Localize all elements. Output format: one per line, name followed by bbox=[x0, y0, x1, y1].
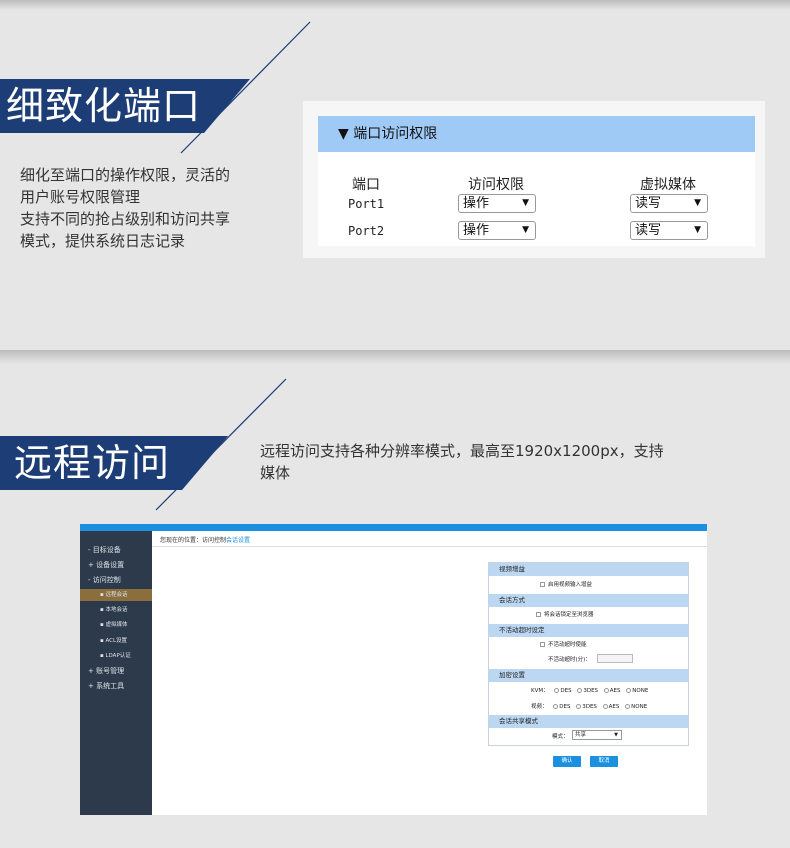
video-gain-checkbox[interactable] bbox=[540, 582, 545, 587]
sidebar-item-account-management[interactable]: + 账号管理 bbox=[88, 666, 124, 676]
share-mode-header: 会话共享模式 bbox=[489, 715, 688, 728]
panel-header[interactable]: ▼ 端口访问权限 bbox=[318, 116, 755, 152]
radio-button[interactable] bbox=[625, 704, 631, 709]
radio-label: AES bbox=[608, 704, 620, 710]
confirm-button[interactable]: 确认 bbox=[553, 756, 581, 767]
section-shadow bbox=[0, 350, 790, 364]
sidebar-subitem-virtual-media[interactable]: ▪ 虚拟媒体 bbox=[80, 619, 152, 631]
radio-button[interactable] bbox=[577, 688, 583, 693]
column-header-port: 端口 bbox=[352, 177, 380, 193]
idle-minutes-input[interactable] bbox=[597, 654, 633, 663]
dropdown-arrow-icon: ▼ bbox=[614, 732, 618, 738]
radio-button[interactable] bbox=[554, 688, 560, 693]
radio-button[interactable] bbox=[553, 704, 559, 709]
port-access-panel: ▼ 端口访问权限 端口 访问权限 虚拟媒体 Port1 操作 ▼ 读写 ▼ Port… bbox=[303, 101, 765, 258]
share-mode-select[interactable]: 共享 ▼ bbox=[572, 730, 622, 740]
radio-label: 3DES bbox=[583, 688, 599, 694]
access-select[interactable]: 操作 ▼ bbox=[458, 221, 536, 240]
radio-button[interactable] bbox=[602, 704, 608, 709]
encryption-header: 加密设置 bbox=[489, 669, 688, 682]
session-lock-option[interactable]: 将会话锁定至浏览器 bbox=[536, 610, 594, 618]
idle-timeout-header: 不活动超时设定 bbox=[489, 624, 688, 637]
select-value: 操作 bbox=[463, 223, 490, 238]
video-label: 视频： bbox=[531, 704, 548, 710]
session-settings-form: 视频增益 启用视频输入增益 会话方式 将会话锁定至浏览器 不活动超时设定 不活动… bbox=[488, 562, 689, 746]
dropdown-arrow-icon: ▼ bbox=[522, 198, 529, 208]
radio-label: DES bbox=[559, 704, 571, 710]
description-line: 细化至端口的操作权限，灵活的 bbox=[20, 166, 231, 184]
video-encryption-row: 视频： DES 3DES AES NONE bbox=[531, 702, 647, 710]
sidebar-item-access-control[interactable]: - 访问控制 bbox=[88, 575, 121, 585]
section-port-permission: 细致化端口 细化至端口的操作权限，灵活的 用户账号权限管理 支持不同的抢占级别和… bbox=[0, 0, 790, 350]
select-value: 共享 bbox=[575, 732, 587, 738]
option-label: 不活动超时使能 bbox=[548, 642, 587, 648]
dropdown-arrow-icon: ▼ bbox=[522, 225, 529, 235]
radio-label: NONE bbox=[631, 704, 648, 710]
port-name: Port1 bbox=[348, 197, 385, 211]
section-description: 细化至端口的操作权限，灵活的 用户账号权限管理 支持不同的抢占级别和访问共享 模… bbox=[20, 164, 230, 252]
sidebar-subitem-ldap[interactable]: ▪ LDAP认证 bbox=[80, 650, 152, 662]
kvm-label: KVM： bbox=[531, 688, 549, 694]
sidebar-subitem-acl[interactable]: ▪ ACL设置 bbox=[80, 635, 152, 647]
web-console-screenshot: - 目标设备 + 设备设置 - 访问控制 ▪ 远程会话 ▪ 本地会话 ▪ 虚拟媒… bbox=[80, 524, 707, 815]
video-gain-option[interactable]: 启用视频输入增益 bbox=[540, 580, 592, 588]
port-name: Port2 bbox=[348, 224, 385, 238]
column-header-access: 访问权限 bbox=[468, 177, 524, 193]
dropdown-arrow-icon: ▼ bbox=[694, 225, 701, 235]
app-sidebar: - 目标设备 + 设备设置 - 访问控制 ▪ 远程会话 ▪ 本地会话 ▪ 虚拟媒… bbox=[80, 531, 152, 815]
radio-label: 3DES bbox=[582, 704, 597, 710]
option-label: 启用视频输入增益 bbox=[548, 582, 593, 588]
idle-timeout-option[interactable]: 不活动超时使能 bbox=[540, 640, 587, 648]
sidebar-subitem-local-session[interactable]: ▪ 本地会话 bbox=[80, 604, 152, 616]
radio-button[interactable] bbox=[626, 688, 632, 693]
kvm-encryption-row: KVM： DES 3DES AES NONE bbox=[531, 686, 648, 694]
radio-label: NONE bbox=[632, 688, 649, 694]
description-line: 媒体 bbox=[260, 464, 291, 482]
dropdown-arrow-icon: ▼ bbox=[694, 198, 701, 208]
sidebar-item-device-settings[interactable]: + 设备设置 bbox=[88, 560, 124, 570]
select-value: 读写 bbox=[635, 223, 662, 238]
session-mode-header: 会话方式 bbox=[489, 594, 688, 607]
breadcrumb-current-link[interactable]: 会话设置 bbox=[226, 537, 250, 544]
radio-label: AES bbox=[609, 688, 621, 694]
sidebar-item-system-tools[interactable]: + 系统工具 bbox=[88, 681, 124, 691]
cancel-button[interactable]: 取消 bbox=[590, 756, 618, 767]
session-lock-checkbox[interactable] bbox=[536, 612, 541, 617]
column-header-media: 虚拟媒体 bbox=[640, 177, 696, 193]
radio-label: DES bbox=[560, 688, 572, 694]
description-line: 用户账号权限管理 bbox=[20, 188, 141, 206]
sidebar-subitem-remote-session[interactable]: ▪ 远程会话 bbox=[80, 589, 152, 601]
select-value: 操作 bbox=[463, 196, 490, 211]
select-value: 读写 bbox=[635, 196, 662, 211]
description-line: 模式，提供系统日志记录 bbox=[20, 232, 186, 250]
breadcrumb-prefix: 您现在的位置：访问控制 bbox=[160, 537, 227, 544]
sidebar-item-target-device[interactable]: - 目标设备 bbox=[88, 545, 121, 555]
section-description: 远程访问支持各种分辨率模式，最高至1920x1200px，支持 媒体 bbox=[260, 440, 664, 484]
radio-button[interactable] bbox=[576, 704, 582, 709]
idle-timeout-checkbox[interactable] bbox=[540, 642, 545, 647]
radio-button[interactable] bbox=[603, 688, 609, 693]
media-select[interactable]: 读写 ▼ bbox=[630, 194, 708, 213]
breadcrumb-divider bbox=[152, 546, 707, 547]
section-shadow bbox=[0, 0, 790, 10]
video-gain-header: 视频增益 bbox=[489, 563, 688, 576]
app-top-bar bbox=[80, 524, 707, 531]
access-select[interactable]: 操作 ▼ bbox=[458, 194, 536, 213]
idle-minutes-label: 不活动超时(分)： bbox=[548, 657, 591, 663]
media-select[interactable]: 读写 ▼ bbox=[630, 221, 708, 240]
description-line: 支持不同的抢占级别和访问共享 bbox=[20, 210, 231, 228]
panel-body: 端口 访问权限 虚拟媒体 Port1 操作 ▼ 读写 ▼ Port2 操作 ▼ 读写 ▼ bbox=[318, 152, 755, 246]
description-line: 远程访问支持各种分辨率模式，最高至1920x1200px，支持 bbox=[260, 442, 664, 460]
mode-label: 模式： bbox=[552, 734, 569, 740]
option-label: 将会话锁定至浏览器 bbox=[544, 612, 594, 618]
breadcrumb: 您现在的位置：访问控制会话设置 bbox=[160, 535, 250, 544]
